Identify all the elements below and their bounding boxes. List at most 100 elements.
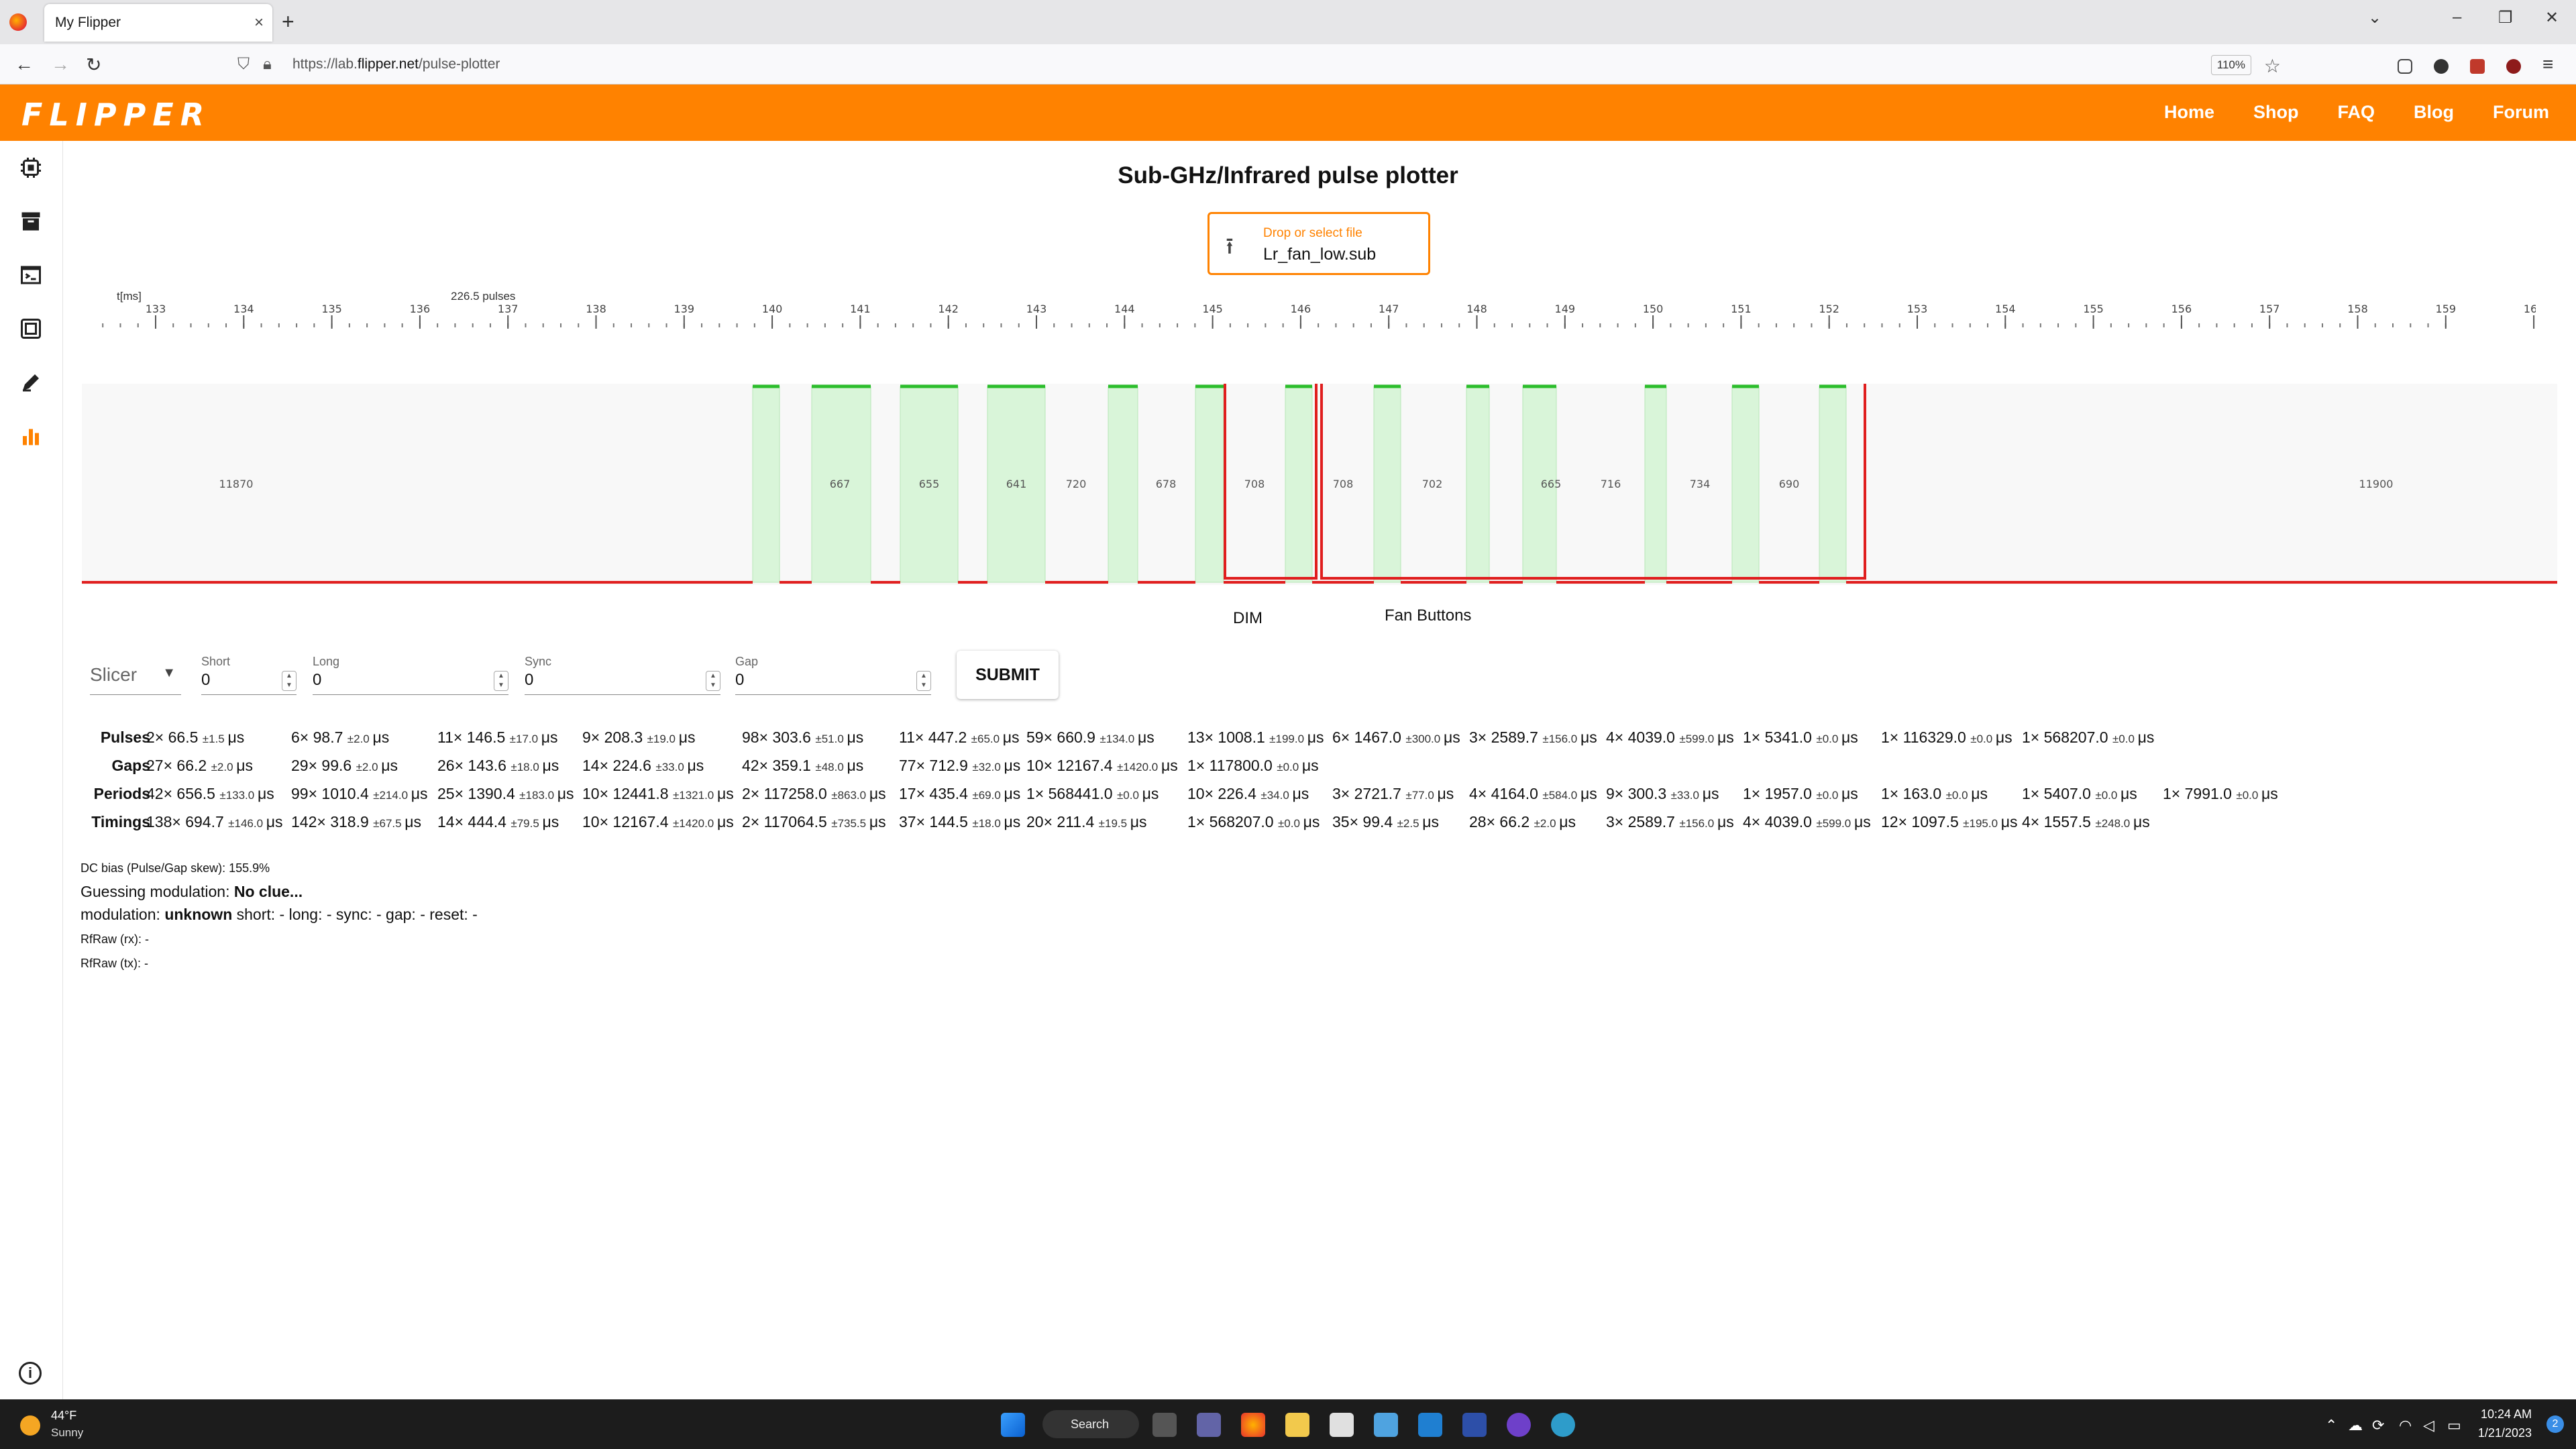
pulse-bar[interactable] bbox=[1108, 386, 1138, 583]
stats-cell: 37× 144.5 ±18.0 μs bbox=[899, 813, 1021, 830]
pulse-bar[interactable] bbox=[1731, 386, 1760, 583]
long-stepper[interactable]: ▲ ▼ bbox=[494, 671, 508, 691]
ruler-tick-label: 149 bbox=[1555, 303, 1576, 315]
sync-stepper[interactable]: ▲ ▼ bbox=[706, 671, 720, 691]
slicer-select-value: Slicer bbox=[90, 664, 138, 685]
stats-cell: 1× 117800.0 ±0.0 μs bbox=[1187, 757, 1319, 774]
bookmark-star-icon[interactable]: ☆ bbox=[2264, 55, 2281, 77]
task-view-icon[interactable] bbox=[1152, 1413, 1177, 1437]
browser-tab-strip: My Flipper × + ⌄ – ❐ ✕ bbox=[0, 0, 2576, 44]
windows-start-icon[interactable] bbox=[1001, 1413, 1025, 1437]
gap-value[interactable]: 0 bbox=[735, 671, 744, 690]
tray-chevron-icon[interactable]: ⌃ bbox=[2325, 1417, 2337, 1434]
reload-icon[interactable]: ↻ bbox=[86, 54, 101, 76]
firefox-icon[interactable] bbox=[9, 13, 27, 31]
device-icon[interactable] bbox=[19, 317, 43, 341]
clock-time[interactable]: 10:24 AM bbox=[2481, 1407, 2532, 1421]
short-stepper[interactable]: ▲ ▼ bbox=[282, 671, 297, 691]
window-close-icon[interactable]: ✕ bbox=[2545, 8, 2559, 28]
browser-tab[interactable]: My Flipper × bbox=[44, 4, 272, 42]
pulse-plot[interactable]: 11870 667 655 641 720 678 708 708 702 665 716 734 69… bbox=[82, 384, 2557, 585]
short-value[interactable]: 0 bbox=[201, 671, 210, 690]
time-ruler[interactable]: 133 134 135 136 137 138 139 140 141 142 143 144 145 1… bbox=[80, 288, 2536, 335]
taskbar-search[interactable]: Search bbox=[1042, 1410, 1139, 1438]
stats-cell: 9× 300.3 ±33.0 μs bbox=[1606, 785, 1719, 802]
stats-cell: 4× 4039.0 ±599.0 μs bbox=[1743, 813, 1871, 830]
wifi-icon[interactable]: ◠ bbox=[2399, 1417, 2412, 1434]
nav-blog[interactable]: Blog bbox=[2414, 102, 2454, 123]
extension-icon[interactable] bbox=[2470, 59, 2485, 74]
tab-list-icon[interactable]: ⌄ bbox=[2368, 8, 2381, 28]
terminal-icon[interactable] bbox=[19, 263, 43, 287]
pulse-bar[interactable] bbox=[1373, 386, 1401, 583]
gap-duration-label: 720 bbox=[1066, 478, 1087, 490]
vscode-icon[interactable] bbox=[1418, 1413, 1442, 1437]
battery-icon[interactable]: ▭ bbox=[2447, 1417, 2461, 1434]
short-field[interactable]: Short 0 ▲ ▼ bbox=[201, 655, 297, 695]
stats-cell: 14× 444.4 ±79.5 μs bbox=[437, 813, 559, 830]
archive-icon[interactable] bbox=[19, 209, 43, 233]
weather-temp[interactable]: 44°F bbox=[51, 1409, 76, 1423]
volume-icon[interactable]: ◁ bbox=[2423, 1417, 2434, 1434]
stats-cell: 4× 1557.5 ±248.0 μs bbox=[2022, 813, 2150, 830]
ruler-tick-label: 160 bbox=[2524, 303, 2536, 315]
sync-icon[interactable]: ⟳ bbox=[2372, 1417, 2384, 1434]
nav-faq[interactable]: FAQ bbox=[2337, 102, 2375, 123]
new-tab-button[interactable]: + bbox=[282, 9, 294, 34]
forward-icon[interactable]: → bbox=[51, 54, 70, 75]
ublock-icon[interactable] bbox=[2506, 59, 2521, 74]
pulse-bar[interactable] bbox=[1466, 386, 1490, 583]
weather-condition[interactable]: Sunny bbox=[51, 1426, 83, 1440]
stats-cell: 1× 5341.0 ±0.0 μs bbox=[1743, 729, 1858, 746]
file-drop-zone[interactable]: ⭱ Drop or select file Lr_fan_low.sub bbox=[1208, 212, 1430, 275]
pulse-bar[interactable] bbox=[1195, 386, 1224, 583]
back-icon[interactable]: ← bbox=[15, 54, 34, 75]
github-icon[interactable] bbox=[1507, 1413, 1531, 1437]
clock-date[interactable]: 1/21/2023 bbox=[2478, 1426, 2532, 1440]
shield-icon[interactable]: ⛉ bbox=[237, 55, 250, 74]
submit-button[interactable]: SUBMIT bbox=[957, 651, 1059, 699]
onedrive-icon[interactable]: ☁ bbox=[2348, 1417, 2363, 1434]
file-explorer-icon[interactable] bbox=[1285, 1413, 1309, 1437]
minimize-icon[interactable]: – bbox=[2453, 8, 2461, 27]
weather-sun-icon[interactable] bbox=[20, 1415, 40, 1436]
lock-icon[interactable]: 🔒︎ bbox=[263, 55, 272, 74]
notepad-icon[interactable] bbox=[1374, 1413, 1398, 1437]
zoom-indicator[interactable]: 110% bbox=[2210, 55, 2251, 75]
browser-globe-icon[interactable] bbox=[1551, 1413, 1575, 1437]
teams-icon[interactable] bbox=[1197, 1413, 1221, 1437]
sync-field[interactable]: Sync 0 ▲ ▼ bbox=[525, 655, 720, 695]
long-value[interactable]: 0 bbox=[313, 671, 321, 690]
pulse-plot-canvas[interactable]: 11870 667 655 641 720 678 708 708 702 665 716 734 69… bbox=[82, 384, 2557, 598]
pulse-bar[interactable] bbox=[1819, 386, 1847, 583]
ruler-tick-label: 154 bbox=[1995, 303, 2016, 315]
firefox-taskbar-icon[interactable] bbox=[1241, 1413, 1265, 1437]
edit-icon[interactable] bbox=[19, 370, 43, 394]
gap-field[interactable]: Gap 0 ▲ ▼ bbox=[735, 655, 931, 695]
pocket-icon[interactable] bbox=[2398, 59, 2412, 74]
stats-row-gaps: Gaps 27× 66.2 ±2.0 μs 29× 99.6 ±2.0 μs 26× … bbox=[80, 757, 2536, 785]
ruler-tick-label: 142 bbox=[938, 303, 959, 315]
restore-icon[interactable]: ❐ bbox=[2498, 8, 2513, 28]
nav-forum[interactable]: Forum bbox=[2493, 102, 2549, 123]
pulse-bar[interactable] bbox=[752, 386, 780, 583]
url-text[interactable]: https://lab.flipper.net/pulse-plotter bbox=[292, 56, 500, 72]
app-m-icon[interactable] bbox=[1462, 1413, 1487, 1437]
sync-value[interactable]: 0 bbox=[525, 671, 533, 690]
close-tab-icon[interactable]: × bbox=[246, 13, 272, 32]
notification-badge[interactable]: 2 bbox=[2546, 1415, 2564, 1433]
slicer-select[interactable]: Slicer ▼ bbox=[90, 657, 181, 695]
store-icon[interactable] bbox=[1330, 1413, 1354, 1437]
info-icon[interactable]: i bbox=[19, 1362, 42, 1385]
pulse-bar[interactable] bbox=[1285, 386, 1313, 583]
nav-home[interactable]: Home bbox=[2164, 102, 2214, 123]
url-bar[interactable]: ⛉ 🔒︎ https://lab.flipper.net/pulse-plott… bbox=[225, 50, 2292, 79]
pulse-bar[interactable] bbox=[1644, 386, 1667, 583]
long-field[interactable]: Long 0 ▲ ▼ bbox=[313, 655, 508, 695]
account-icon[interactable] bbox=[2434, 59, 2449, 74]
gap-stepper[interactable]: ▲ ▼ bbox=[916, 671, 931, 691]
nav-shop[interactable]: Shop bbox=[2253, 102, 2299, 123]
bar-chart-icon[interactable] bbox=[19, 424, 43, 448]
flipper-logo[interactable]: FLIPPER bbox=[21, 97, 211, 133]
menu-icon[interactable]: ≡ bbox=[2542, 54, 2553, 75]
